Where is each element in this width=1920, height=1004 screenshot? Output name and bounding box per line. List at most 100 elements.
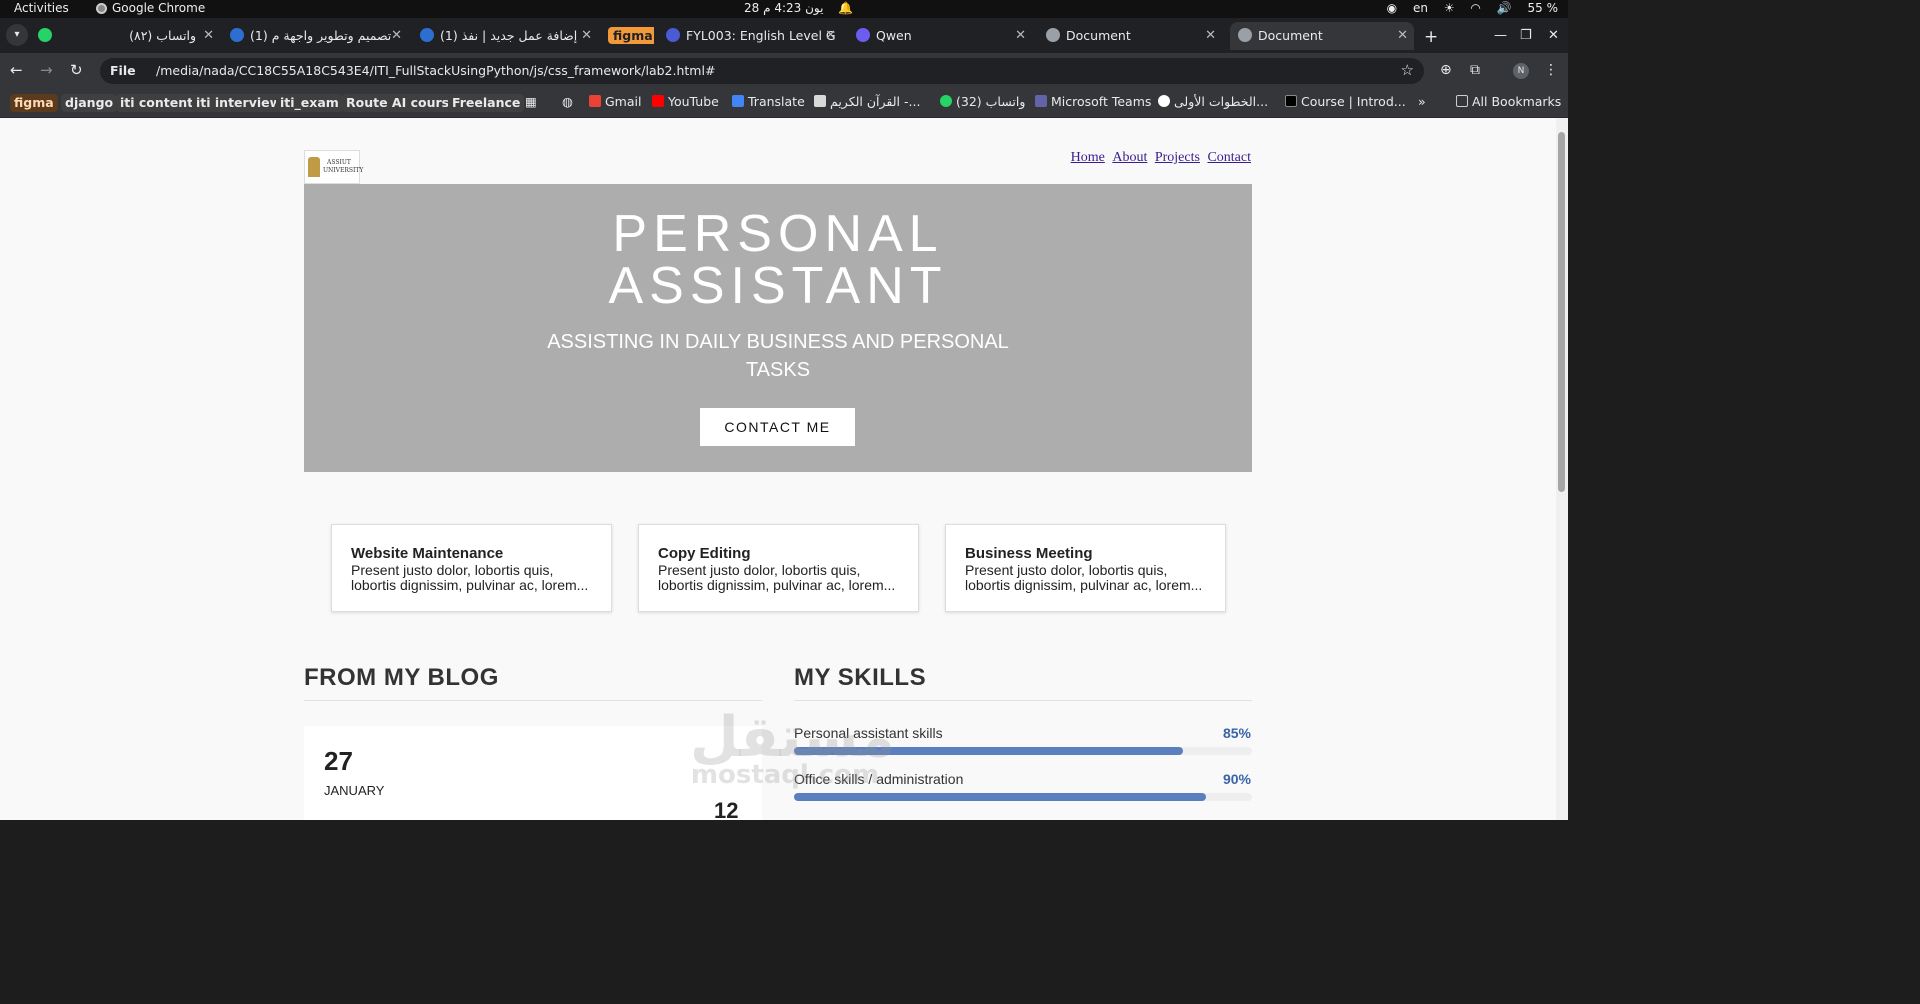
bookmark-course[interactable]: Course | Introd...	[1285, 94, 1406, 109]
reload-button[interactable]: ↻	[70, 61, 83, 79]
app-menu[interactable]: Google Chrome	[96, 1, 205, 15]
translate-icon[interactable]: ⊕	[1440, 62, 1452, 78]
bookmark-iti-interview[interactable]: iti interview	[192, 94, 286, 112]
tab-fyl003[interactable]: FYL003: English Level G ✕	[666, 22, 842, 50]
folder-icon	[1456, 95, 1468, 107]
skills-section-title: MY SKILLS	[794, 664, 927, 691]
translate-icon	[732, 95, 744, 107]
bookmarks-bar: figma django iti content iti interview i…	[0, 89, 1568, 118]
minimize-button[interactable]: —	[1494, 28, 1507, 43]
globe-icon[interactable]: ◍	[562, 94, 573, 109]
url-scheme-chip[interactable]: File	[110, 63, 136, 78]
bookmark-route-ai[interactable]: Route AI course	[342, 94, 462, 112]
bookmark-quran[interactable]: القرآن الكريم -...	[814, 94, 920, 109]
page-scrollbar[interactable]	[1556, 118, 1568, 820]
university-seal-icon	[308, 157, 320, 177]
tab-strip: ▾ (٨٢) واتساب ✕ (1) تصميم وتطوير واجهة م ✕…	[0, 18, 1568, 53]
all-bookmarks[interactable]: All Bookmarks	[1456, 94, 1561, 109]
qwen-icon	[856, 28, 870, 42]
close-window-button[interactable]: ✕	[1548, 28, 1559, 43]
bookmark-figma[interactable]: figma	[10, 94, 58, 112]
tab-figma[interactable]: figma	[608, 22, 654, 50]
service-title: Website Maintenance	[351, 545, 504, 562]
address-bar[interactable]: File /media/nada/CC18C55A18C543E4/ITI_Fu…	[100, 58, 1424, 84]
wifi-icon: ◠	[1470, 1, 1481, 15]
hero-title-line2: ASSISTANT	[608, 257, 948, 315]
close-icon[interactable]: ✕	[825, 22, 836, 50]
battery-level: 55 %	[1527, 1, 1559, 15]
bookmark-label: YouTube	[668, 94, 719, 109]
close-icon[interactable]: ✕	[391, 22, 402, 50]
close-icon[interactable]: ✕	[1015, 22, 1026, 50]
bookmark-label: Course | Introd...	[1301, 94, 1406, 109]
extensions-icon[interactable]: ⧉	[1470, 62, 1480, 78]
profile-avatar[interactable]: N	[1513, 63, 1529, 79]
tab-label: Document	[1258, 28, 1323, 43]
blog-post-month: JANUARY	[324, 783, 385, 798]
bookmark-iti-exam[interactable]: iti_exam	[276, 94, 343, 112]
whatsapp-icon	[38, 28, 52, 42]
bookmark-django[interactable]: django	[61, 94, 118, 112]
bookmark-iti-content[interactable]: iti content	[116, 94, 198, 112]
url-text[interactable]: /media/nada/CC18C55A18C543E4/ITI_FullSta…	[156, 63, 715, 78]
tab-search-button[interactable]: ▾	[6, 24, 28, 46]
whatsapp-icon	[940, 95, 952, 107]
logo-text-line2: UNIVERSITY	[323, 167, 364, 174]
contact-me-button[interactable]: CONTACT ME	[700, 408, 855, 446]
volume-icon: 🔊	[1496, 1, 1512, 15]
apps-grid-icon[interactable]: ▦	[525, 94, 537, 109]
clock[interactable]: 28 يون 4:23 م	[744, 1, 823, 15]
tab-label: (٨٢) واتساب	[129, 28, 196, 43]
bookmark-label: Translate	[748, 94, 805, 109]
hero-title-line1: PERSONAL	[612, 205, 944, 263]
bookmark-label: Microsoft Teams	[1051, 94, 1152, 109]
tab-mostaql-2[interactable]: (1) إضافة عمل جديد | نفذ ✕	[418, 22, 598, 50]
mostaql-watermark: مستقل mostaql.com	[690, 708, 895, 791]
bookmark-first-steps[interactable]: الخطوات الأولى...	[1158, 94, 1268, 109]
app-name: Google Chrome	[112, 1, 206, 15]
nav-about[interactable]: About	[1112, 150, 1147, 165]
new-tab-button[interactable]: +	[1424, 27, 1438, 47]
tab-document-1[interactable]: Document ✕	[1044, 22, 1222, 50]
system-top-bar: Activities Google Chrome 28 يون 4:23 م 🔔…	[0, 0, 1568, 18]
bookmark-gmail[interactable]: Gmail	[589, 94, 641, 109]
tab-mostaql-1[interactable]: (1) تصميم وتطوير واجهة م ✕	[228, 22, 408, 50]
service-title: Business Meeting	[965, 545, 1093, 562]
tab-document-active[interactable]: Document ✕	[1230, 22, 1414, 50]
close-icon[interactable]: ✕	[203, 22, 214, 50]
language-indicator[interactable]: en	[1413, 1, 1428, 15]
nav-projects[interactable]: Projects	[1155, 150, 1200, 165]
menu-kebab-icon[interactable]: ⋮	[1544, 62, 1558, 78]
nav-home[interactable]: Home	[1071, 150, 1105, 165]
tab-whatsapp[interactable]: (٨٢) واتساب ✕	[64, 22, 220, 50]
bookmark-teams[interactable]: Microsoft Teams	[1035, 94, 1151, 109]
bookmark-star-icon[interactable]: ☆	[1401, 61, 1414, 79]
university-logo[interactable]: ASSIUT UNIVERSITY	[304, 150, 364, 184]
web-page: ASSIUT UNIVERSITY Home About Projects Co…	[0, 118, 1556, 820]
close-icon[interactable]: ✕	[581, 22, 592, 50]
bookmark-translate[interactable]: Translate	[732, 94, 805, 109]
close-icon[interactable]: ✕	[1397, 22, 1408, 50]
bookmark-whatsapp[interactable]: (32) واتساب	[940, 94, 1025, 109]
chrome-icon	[96, 3, 107, 14]
scrollbar-thumb[interactable]	[1558, 132, 1565, 492]
bookmark-youtube[interactable]: YouTube	[652, 94, 719, 109]
notification-icon: 🔔	[838, 1, 853, 15]
mostaql-icon	[420, 28, 434, 42]
service-card: Copy Editing Present justo dolor, lobort…	[638, 524, 919, 612]
skills-divider	[794, 700, 1252, 701]
pinned-tab-whatsapp[interactable]	[38, 22, 52, 50]
watermark-latin: mostaql.com	[690, 760, 880, 790]
nav-contact[interactable]: Contact	[1207, 150, 1251, 165]
activities-button[interactable]: Activities	[14, 1, 69, 15]
maximize-button[interactable]: ❐	[1520, 28, 1532, 43]
bookmark-label: الخطوات الأولى...	[1174, 94, 1269, 109]
bookmark-freelance[interactable]: Freelance	[448, 94, 525, 112]
system-status-area[interactable]: ◉ en ☀ ◠ 🔊 55 %	[1375, 1, 1558, 15]
more-bookmarks-icon[interactable]: »	[1418, 94, 1426, 109]
forward-button[interactable]: →	[40, 61, 53, 79]
tab-qwen[interactable]: Qwen ✕	[856, 22, 1032, 50]
back-button[interactable]: ←	[10, 61, 23, 79]
service-title: Copy Editing	[658, 545, 751, 562]
close-icon[interactable]: ✕	[1205, 22, 1216, 50]
